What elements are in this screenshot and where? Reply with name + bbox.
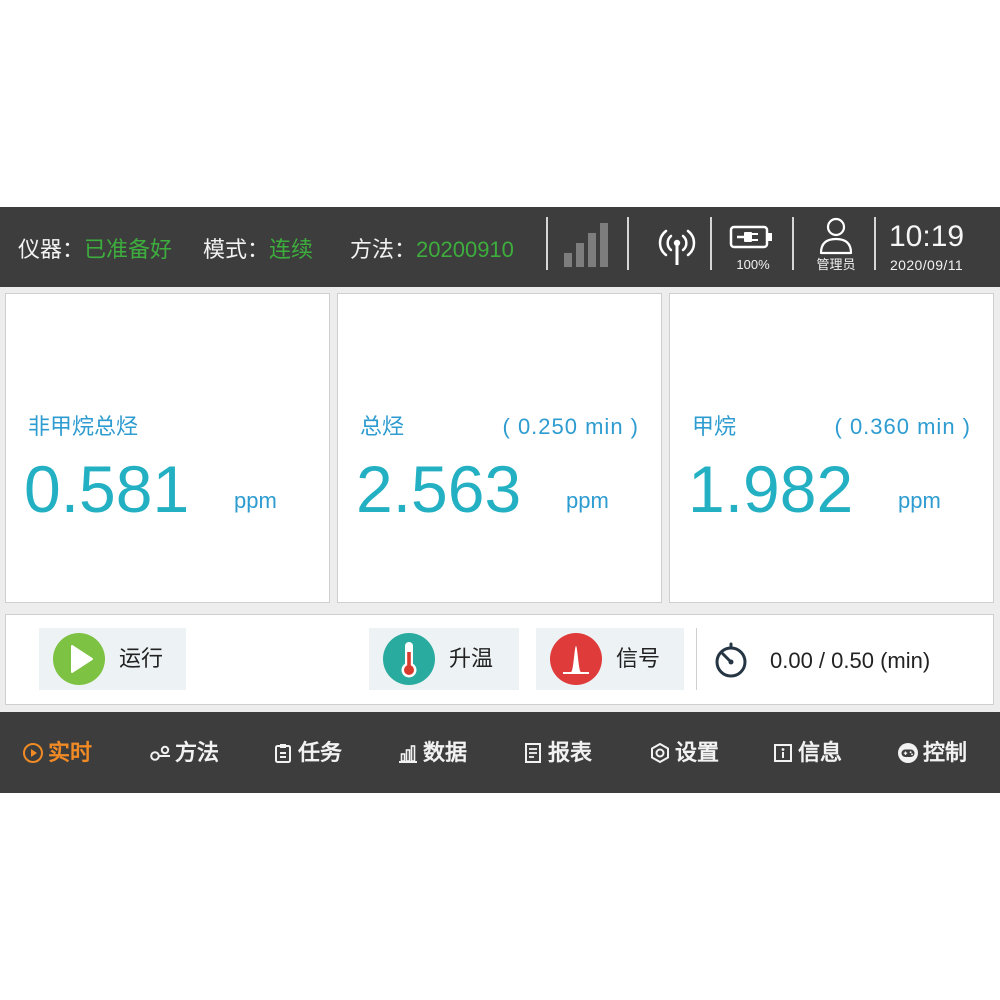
control-divider xyxy=(696,628,697,690)
status-divider xyxy=(627,217,629,270)
play-circle-icon xyxy=(22,742,44,764)
antenna-icon xyxy=(656,226,698,268)
nav-item-control[interactable]: 控制 xyxy=(897,712,967,793)
reading-unit: ppm xyxy=(234,488,277,513)
reading-unit: ppm xyxy=(898,488,941,513)
nav-item-method[interactable]: 方法 xyxy=(149,712,219,793)
signal-bar xyxy=(588,233,596,267)
nav-item-info[interactable]: 信息 xyxy=(772,712,842,793)
status-divider xyxy=(874,217,876,270)
instrument-label: 仪器： xyxy=(18,237,85,262)
nav-item-label: 实时 xyxy=(48,739,93,765)
mode-status: 模式：连续 xyxy=(203,236,313,264)
battery-plug-icon xyxy=(729,223,775,251)
nav-item-label: 信息 xyxy=(798,739,843,765)
control-bar: 运行 升温 信号 0.00 / 0.50 (min) xyxy=(5,614,994,705)
signal-bars-icon xyxy=(560,207,612,287)
hexagon-gear-icon xyxy=(649,742,671,764)
nav-item-label: 设置 xyxy=(675,739,720,765)
signal-bar xyxy=(576,243,584,267)
reading-name: 甲烷 xyxy=(692,414,737,439)
nav-item-realtime[interactable]: 实时 xyxy=(22,712,92,793)
bar-chart-icon xyxy=(397,742,419,764)
heat-button[interactable]: 升温 xyxy=(369,628,519,690)
reading-retention-time: ( 0.360 min ) xyxy=(834,414,971,439)
nav-item-label: 任务 xyxy=(298,739,343,765)
method-value: 20200910 xyxy=(416,237,514,262)
reading-value: 0.581 xyxy=(24,452,190,526)
gamepad-icon xyxy=(897,742,919,764)
nav-item-settings[interactable]: 设置 xyxy=(649,712,719,793)
reading-value: 2.563 xyxy=(356,452,522,526)
reading-retention-time: ( 0.250 min ) xyxy=(502,414,639,439)
reading-card-nmhc: 非甲烷总烃 0.581 ppm xyxy=(5,293,330,603)
instrument-status: 仪器：已准备好 xyxy=(18,236,172,264)
heat-button-label: 升温 xyxy=(449,646,494,671)
stopwatch-icon xyxy=(712,641,750,679)
method-status: 方法：20200910 xyxy=(350,236,514,264)
status-divider xyxy=(546,217,548,270)
clipboard-icon xyxy=(272,742,294,764)
run-button-label: 运行 xyxy=(119,646,164,671)
battery-percent: 100% xyxy=(736,257,770,272)
nav-item-task[interactable]: 任务 xyxy=(272,712,342,793)
bottom-nav: 实时 方法 任务 数据 报表 设置 信息 控制 xyxy=(0,712,1000,793)
reading-unit: ppm xyxy=(566,488,609,513)
reading-name: 总烃 xyxy=(360,414,405,439)
signal-bar xyxy=(564,253,572,267)
report-document-icon xyxy=(522,742,544,764)
nav-item-label: 方法 xyxy=(175,739,220,765)
method-flow-icon xyxy=(149,742,171,764)
nav-item-report[interactable]: 报表 xyxy=(522,712,592,793)
thermometer-icon xyxy=(383,633,435,685)
mode-label: 模式： xyxy=(203,237,270,262)
nav-item-label: 控制 xyxy=(923,739,968,765)
user-role: 管理员 xyxy=(816,257,856,272)
clock-time: 10:19 xyxy=(889,220,965,253)
reading-card-methane: 甲烷 ( 0.360 min ) 1.982 ppm xyxy=(669,293,994,603)
clock-date: 2020/09/11 xyxy=(890,257,964,273)
user-icon xyxy=(816,215,856,255)
signal-bar xyxy=(600,223,608,267)
instrument-value: 已准备好 xyxy=(84,237,173,262)
status-divider xyxy=(792,217,794,270)
reading-card-thc: 总烃 ( 0.250 min ) 2.563 ppm xyxy=(337,293,662,603)
info-icon xyxy=(772,742,794,764)
nav-item-label: 数据 xyxy=(423,739,468,765)
method-label: 方法： xyxy=(350,237,417,262)
mode-value: 连续 xyxy=(269,237,314,262)
status-divider xyxy=(710,217,712,270)
main-content: 非甲烷总烃 0.581 ppm 总烃 ( 0.250 min ) 2.563 p… xyxy=(0,287,1000,712)
signal-button[interactable]: 信号 xyxy=(536,628,684,690)
run-button[interactable]: 运行 xyxy=(39,628,186,690)
signal-peak-icon xyxy=(550,633,602,685)
reading-value: 1.982 xyxy=(688,452,854,526)
timer-readout: 0.00 / 0.50 (min) xyxy=(770,648,931,673)
reading-name: 非甲烷总烃 xyxy=(28,414,139,439)
play-icon xyxy=(53,633,105,685)
nav-item-data[interactable]: 数据 xyxy=(397,712,467,793)
nav-item-label: 报表 xyxy=(548,739,593,765)
signal-button-label: 信号 xyxy=(616,646,661,671)
status-bar: 仪器：已准备好 模式：连续 方法：20200910 100% 管理员 10:19… xyxy=(0,207,1000,287)
